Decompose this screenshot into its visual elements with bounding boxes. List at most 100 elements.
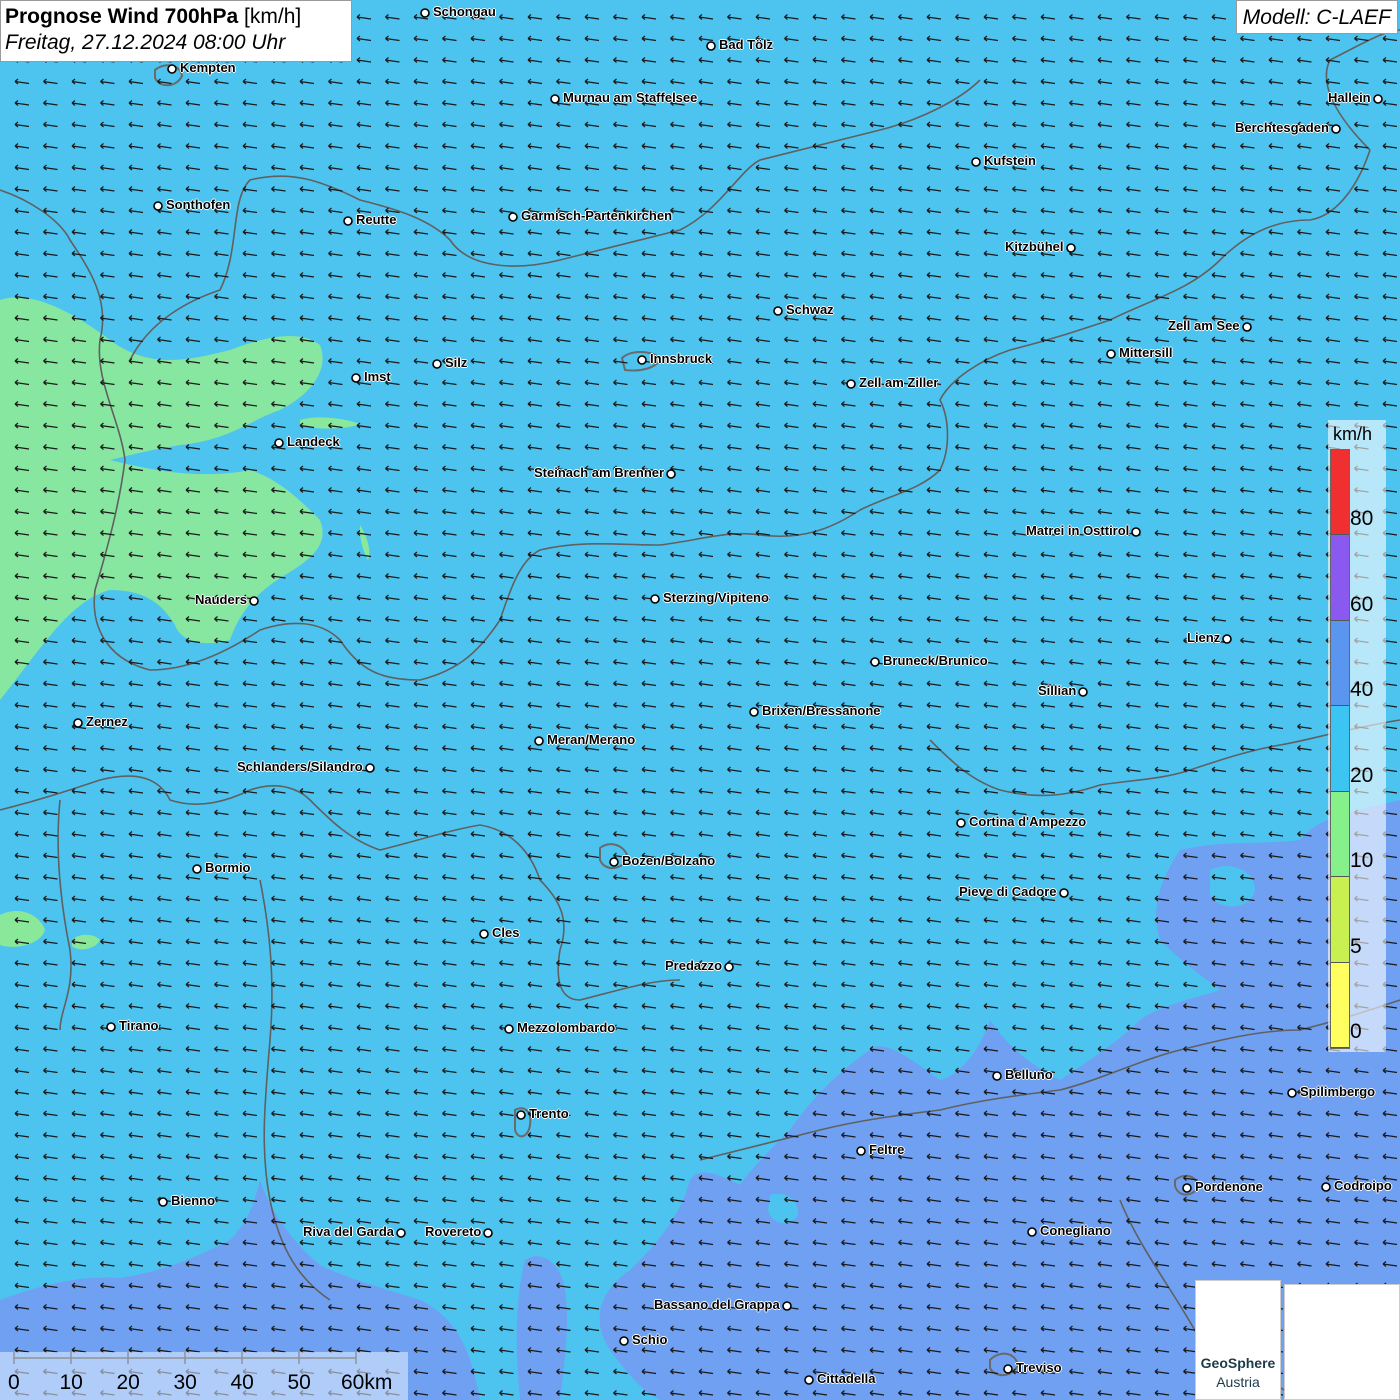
city-label: Innsbruck [650, 351, 713, 366]
city-marker [637, 355, 647, 365]
city-label: Sonthofen [166, 197, 231, 212]
city-label: Bruneck/Brunico [883, 653, 988, 668]
legend-segment [1331, 962, 1349, 1048]
city-marker [351, 373, 361, 383]
city-marker [274, 438, 284, 448]
legend-segment [1331, 791, 1349, 878]
city-marker [432, 359, 442, 369]
scale-label: 50 [287, 1371, 311, 1394]
city-marker [249, 596, 259, 606]
city-marker [1222, 634, 1232, 644]
city-label: Lienz [1187, 630, 1221, 645]
city-label: Bienno [171, 1193, 216, 1208]
city-marker [724, 962, 734, 972]
city-label: Pieve di Cadore [959, 884, 1057, 899]
city-label: Conegliano [1040, 1223, 1111, 1238]
city-marker [106, 1022, 116, 1032]
geosphere-logo-subtext: Austria [1216, 1374, 1260, 1390]
city-label: Codroipo [1334, 1178, 1392, 1193]
legend-segment [1331, 877, 1349, 963]
city-marker [609, 857, 619, 867]
scale-label: 10 [59, 1371, 83, 1394]
legend-segment [1331, 450, 1349, 536]
city-marker [1331, 124, 1341, 134]
scale-label: 20 [116, 1371, 140, 1394]
city-marker [167, 64, 177, 74]
city-marker [706, 41, 716, 51]
city-marker [153, 201, 163, 211]
city-marker [1131, 527, 1141, 537]
city-label: Bassano del Grappa [654, 1297, 780, 1312]
city-marker [192, 864, 202, 874]
city-label: Bad Tölz [719, 37, 774, 52]
city-label: Reutte [356, 212, 397, 227]
legend-label: 20 [1350, 763, 1374, 787]
city-label: Pordenone [1195, 1179, 1263, 1194]
city-label: Brixen/Bressanone [762, 703, 881, 718]
city-label: Murnau am Staffelsee [563, 90, 698, 105]
strong-zone-patch [516, 1256, 568, 1400]
city-marker [1287, 1088, 1297, 1098]
city-label: Predazzo [665, 958, 723, 973]
map-title: Prognose Wind 700hPa [km/h] [5, 4, 347, 30]
city-marker [870, 657, 880, 667]
city-marker [73, 718, 83, 728]
city-marker [782, 1301, 792, 1311]
scale-label: 40 [230, 1371, 254, 1394]
city-label: Zernez [86, 714, 128, 729]
city-marker [846, 379, 856, 389]
city-marker [971, 157, 981, 167]
city-marker [483, 1228, 493, 1238]
city-label: Trento [529, 1106, 569, 1121]
city-label: Feltre [869, 1142, 905, 1157]
geosphere-logo-text: GeoSphere [1200, 1355, 1276, 1371]
city-label: Kufstein [984, 153, 1036, 168]
city-label: Hallein [1328, 90, 1371, 105]
city-marker [1106, 349, 1116, 359]
model-label: Modell: C-LAEF [1235, 0, 1398, 34]
city-marker [1066, 243, 1076, 253]
city-marker [956, 818, 966, 828]
city-label: Mezzolombardo [517, 1020, 616, 1035]
forecast-datetime: Freitag, 27.12.2024 08:00 Uhr [5, 31, 286, 54]
city-label: Steinach am Brenner [534, 465, 665, 480]
city-label: Zell am Ziller [859, 375, 939, 390]
legend-label: 0 [1350, 1020, 1362, 1043]
city-label: Kitzbühel [1005, 239, 1064, 254]
city-marker [365, 763, 375, 773]
city-marker [650, 594, 660, 604]
city-label: Bormio [205, 860, 251, 875]
city-label: Schlanders/Silandro [237, 759, 363, 774]
city-label: Sillian [1038, 683, 1077, 698]
city-label: Treviso [1016, 1360, 1062, 1375]
city-marker [804, 1375, 814, 1385]
city-label: Belluno [1005, 1067, 1053, 1082]
legend-label: 80 [1350, 507, 1374, 531]
scale-label: 30 [173, 1371, 197, 1394]
city-marker [666, 469, 676, 479]
city-marker [420, 8, 430, 18]
city-marker [479, 929, 489, 939]
city-label: Imst [364, 369, 391, 384]
legend-color-bar [1330, 449, 1350, 1049]
map-title-unit: [km/h] [244, 5, 302, 28]
city-label: Riva del Garda [303, 1224, 395, 1239]
city-label: Cles [492, 925, 520, 940]
legend-segment [1331, 535, 1349, 621]
city-marker [1321, 1182, 1331, 1192]
city-label: Bozen/Bolzano [622, 853, 716, 868]
city-label: Nauders [195, 592, 248, 607]
city-marker [1182, 1183, 1192, 1193]
legend-label: 5 [1350, 934, 1362, 958]
city-marker [396, 1228, 406, 1238]
city-marker [992, 1071, 1002, 1081]
city-label: Berchtesgaden [1235, 120, 1329, 135]
city-marker [534, 736, 544, 746]
second-logo [1284, 1284, 1400, 1400]
city-label: Kempten [180, 60, 236, 75]
city-label: Schongau [433, 4, 496, 19]
city-marker [1078, 687, 1088, 697]
map-title-main: Prognose Wind 700hPa [5, 5, 239, 28]
legend-unit: km/h [1333, 424, 1373, 444]
city-label: Schio [632, 1332, 668, 1347]
